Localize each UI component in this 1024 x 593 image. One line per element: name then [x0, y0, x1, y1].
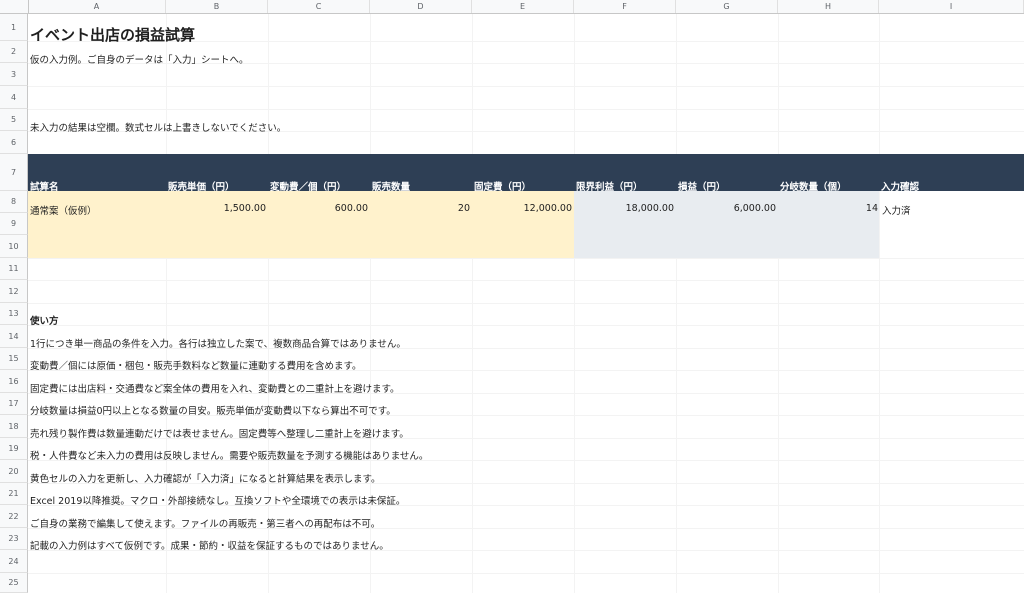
select-all-corner[interactable] [0, 0, 29, 13]
spreadsheet: A B C D E F G H I 1 2 3 4 5 6 7 8 9 10 1… [0, 0, 1024, 593]
subtitle-cell[interactable]: 仮の入力例。ご自身のデータは「入力」シートへ。 [30, 52, 249, 66]
howto-heading[interactable]: 使い方 [30, 313, 59, 327]
cell-a8-trial-name[interactable]: 通常案（仮例） [30, 203, 97, 217]
row-header-3[interactable]: 3 [0, 63, 28, 86]
row-header-5[interactable]: 5 [0, 109, 28, 131]
row-header-4[interactable]: 4 [0, 86, 28, 109]
row-header-16[interactable]: 16 [0, 370, 28, 393]
cell-g8-profit-loss[interactable]: 6,000.00 [676, 203, 776, 214]
input-area-fill [28, 191, 574, 258]
howto-line[interactable]: 売れ残り製作費は数量連動だけでは表せません。固定費等へ整理し二重計上を避けます。 [30, 426, 409, 440]
column-header-g[interactable]: G [676, 0, 778, 13]
cell-i8-input-check[interactable]: 入力済 [882, 203, 911, 217]
row-header-13[interactable]: 13 [0, 303, 28, 325]
howto-line[interactable]: Excel 2019以降推奨。マクロ・外部接続なし。互換ソフトや全環境での表示は… [30, 493, 405, 507]
howto-line[interactable]: 変動費／個には原価・梱包・販売手数料など数量に連動する費用を含めます。 [30, 358, 362, 372]
row-header-18[interactable]: 18 [0, 415, 28, 438]
grid-hline [28, 258, 1024, 259]
column-header-h[interactable]: H [778, 0, 879, 13]
cell-h8-breakeven-qty[interactable]: 14 [778, 203, 878, 214]
row-header-12[interactable]: 12 [0, 280, 28, 303]
row-header-19[interactable]: 19 [0, 438, 28, 460]
column-header-bar: A B C D E F G H I [0, 0, 1024, 14]
howto-line[interactable]: 黄色セルの入力を更新し、入力確認が「入力済」になると計算結果を表示します。 [30, 471, 381, 485]
row-header-15[interactable]: 15 [0, 348, 28, 370]
column-header-i[interactable]: I [879, 0, 1024, 13]
column-header-d[interactable]: D [370, 0, 472, 13]
cell-c8-variable-cost[interactable]: 600.00 [268, 203, 368, 214]
column-header-a[interactable]: A [28, 0, 166, 13]
row-header-17[interactable]: 17 [0, 393, 28, 415]
howto-line[interactable]: 税・人件費など未入力の費用は反映しません。需要や販売数量を予測する機能はありませ… [30, 448, 428, 462]
row-header-8[interactable]: 8 [0, 191, 28, 213]
cell-b8-unit-price[interactable]: 1,500.00 [166, 203, 266, 214]
row-header-14[interactable]: 14 [0, 325, 28, 348]
howto-line[interactable]: 記載の入力例はすべて仮例です。成果・節約・収益を保証するものではありません。 [30, 538, 389, 552]
grid-hline [28, 86, 1024, 87]
cell-d8-quantity[interactable]: 20 [370, 203, 470, 214]
row-header-1[interactable]: 1 [0, 14, 28, 41]
grid-hline [28, 573, 1024, 574]
column-header-b[interactable]: B [166, 0, 268, 13]
grid-hline [28, 280, 1024, 281]
howto-line[interactable]: 分岐数量は損益0円以上となる数量の目安。販売単価が変動費以下なら算出不可です。 [30, 403, 396, 417]
column-header-c[interactable]: C [268, 0, 370, 13]
row-header-20[interactable]: 20 [0, 460, 28, 483]
row-header-21[interactable]: 21 [0, 483, 28, 505]
row-header-25[interactable]: 25 [0, 573, 28, 593]
column-header-e[interactable]: E [472, 0, 574, 13]
row-header-11[interactable]: 11 [0, 258, 28, 280]
row-header-10[interactable]: 10 [0, 235, 28, 258]
grid-hline [28, 109, 1024, 110]
column-header-f[interactable]: F [574, 0, 676, 13]
sheet-title[interactable]: イベント出店の損益試算 [30, 24, 195, 45]
row-header-9[interactable]: 9 [0, 213, 28, 235]
row-header-24[interactable]: 24 [0, 550, 28, 573]
cell-f8-marginal-profit[interactable]: 18,000.00 [574, 203, 674, 214]
cell-e8-fixed-cost[interactable]: 12,000.00 [472, 203, 572, 214]
grid-hline [28, 325, 1024, 326]
grid-hline [28, 303, 1024, 304]
howto-line[interactable]: ご自身の業務で編集して使えます。ファイルの再販売・第三者への再配布は不可。 [30, 516, 380, 530]
header-input-check[interactable]: 入力確認 [881, 179, 919, 193]
row-header-23[interactable]: 23 [0, 528, 28, 550]
howto-line[interactable]: 1行につき単一商品の条件を入力。各行は独立した案で、複数商品合算ではありません。 [30, 336, 406, 350]
row-header-6[interactable]: 6 [0, 131, 28, 154]
howto-line[interactable]: 固定費には出店料・交通費など案全体の費用を入れ、変動費との二重計上を避けます。 [30, 381, 400, 395]
note-cell[interactable]: 未入力の結果は空欄。数式セルは上書きしないでください。 [30, 120, 286, 134]
row-header-22[interactable]: 22 [0, 505, 28, 528]
calc-area-fill [574, 191, 879, 258]
row-header-7[interactable]: 7 [0, 154, 28, 191]
row-header-2[interactable]: 2 [0, 41, 28, 63]
